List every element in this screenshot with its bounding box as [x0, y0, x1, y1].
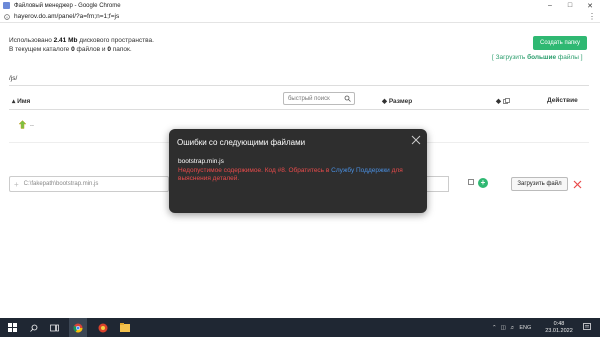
- system-tray: ⌃ ◫ ♬ ENG: [492, 318, 531, 337]
- start-button[interactable]: [4, 318, 20, 337]
- used-space: 2.41 Mb: [53, 37, 78, 44]
- file-name-field[interactable]: [427, 176, 449, 192]
- sort-updown-icon: ◆: [382, 98, 389, 105]
- column-action-header: Действие: [547, 97, 578, 104]
- file-select-input[interactable]: + C:\fakepath\bootstrap.min.js: [9, 176, 169, 192]
- tray-chevron-icon[interactable]: ⌃: [492, 325, 497, 331]
- parent-directory-label: ..: [30, 121, 34, 128]
- count-mid: файлов и: [74, 46, 108, 53]
- column-size-label: Размер: [388, 98, 413, 105]
- parent-directory-row[interactable]: ..: [18, 120, 34, 129]
- notification-icon[interactable]: [583, 323, 591, 333]
- divider: [9, 85, 589, 86]
- overwrite-checkbox[interactable]: [468, 179, 474, 185]
- current-path: /js/: [9, 75, 18, 82]
- remove-icon[interactable]: [573, 180, 582, 191]
- folder-count-line: В текущем каталоге 0 файлов и 0 папок.: [9, 45, 154, 54]
- network-icon[interactable]: ◫: [501, 325, 506, 331]
- upload-link-prefix: [ Загрузить: [492, 54, 528, 61]
- browser-menu-icon[interactable]: ⋮: [588, 12, 596, 21]
- dialog-title: Ошибки со следующими файлами: [177, 138, 306, 147]
- file-path-value: C:\fakepath\bootstrap.min.js: [23, 181, 99, 187]
- app-taskbar-icon[interactable]: [95, 318, 111, 337]
- usage-suffix: дискового пространства.: [77, 37, 154, 44]
- error-text: Недопустимое содержимое. Код #8. Обратит…: [178, 167, 332, 174]
- task-view-icon[interactable]: [47, 318, 61, 337]
- copy-icon: [502, 97, 510, 104]
- site-info-icon[interactable]: [4, 13, 10, 20]
- usage-prefix: Использовано: [9, 37, 54, 44]
- upload-file-button[interactable]: Загрузить файл: [511, 177, 568, 191]
- column-name-header[interactable]: ▴ Имя: [12, 97, 30, 105]
- address-bar[interactable]: hayerov.do.am/panel/?a=fm;n=1;f=js ⋮: [0, 11, 600, 23]
- folder-up-icon: [18, 120, 27, 129]
- quick-search-placeholder: быстрый поиск: [288, 95, 330, 102]
- disk-usage-line: Использовано 2.41 Mb дискового пространс…: [9, 36, 154, 45]
- file-explorer-icon[interactable]: [117, 318, 133, 337]
- site-favicon-icon: [3, 2, 10, 9]
- close-dialog-icon[interactable]: [411, 135, 421, 147]
- upload-large-files-link[interactable]: [ Загрузить большие файлы ]: [492, 54, 583, 61]
- column-name-label: Имя: [17, 98, 31, 105]
- maximize-icon[interactable]: □: [560, 0, 580, 11]
- add-file-icon[interactable]: +: [478, 178, 488, 188]
- column-size-header[interactable]: ◆ Размер: [382, 97, 412, 105]
- clock[interactable]: 0:48 23.01.2022: [543, 321, 575, 334]
- sort-updown-icon: ◆: [496, 98, 501, 105]
- volume-icon[interactable]: ♬: [510, 325, 516, 331]
- browser-title-bar: Файловый менеджер - Google Chrome – □ ✕: [0, 0, 600, 11]
- close-icon[interactable]: ✕: [580, 0, 600, 11]
- error-filename: bootstrap.min.js: [178, 158, 224, 165]
- disk-usage-info: Использовано 2.41 Mb дискового пространс…: [9, 36, 154, 54]
- count-prefix: В текущем каталоге: [9, 46, 72, 53]
- search-icon: [344, 95, 351, 104]
- windows-taskbar: ⌃ ◫ ♬ ENG 0:48 23.01.2022: [0, 318, 600, 337]
- upload-link-suffix: файлы ]: [556, 54, 583, 61]
- windows-logo-icon: [7, 323, 17, 332]
- error-message: Недопустимое содержимое. Код #8. Обратит…: [178, 167, 408, 183]
- create-folder-button[interactable]: Создать папку: [533, 36, 587, 50]
- error-dialog: Ошибки со следующими файлами bootstrap.m…: [169, 129, 427, 213]
- chrome-taskbar-icon[interactable]: [69, 318, 87, 337]
- support-link[interactable]: Службу Поддержки: [331, 167, 390, 174]
- count-suffix: папок.: [110, 46, 132, 53]
- window-title: Файловый менеджер - Google Chrome: [14, 2, 121, 9]
- quick-search-input[interactable]: быстрый поиск: [283, 92, 355, 105]
- url-text[interactable]: hayerov.do.am/panel/?a=fm;n=1;f=js: [14, 13, 119, 20]
- language-indicator[interactable]: ENG: [519, 325, 531, 331]
- upload-link-bold: большие: [527, 54, 557, 61]
- taskbar-search-icon[interactable]: [27, 318, 41, 337]
- divider: [9, 109, 589, 110]
- clock-date: 23.01.2022: [545, 327, 573, 334]
- window-controls: – □ ✕: [540, 0, 600, 11]
- minimize-icon[interactable]: –: [540, 0, 560, 11]
- column-date-header[interactable]: ◆: [496, 97, 510, 105]
- plus-icon: +: [14, 179, 19, 189]
